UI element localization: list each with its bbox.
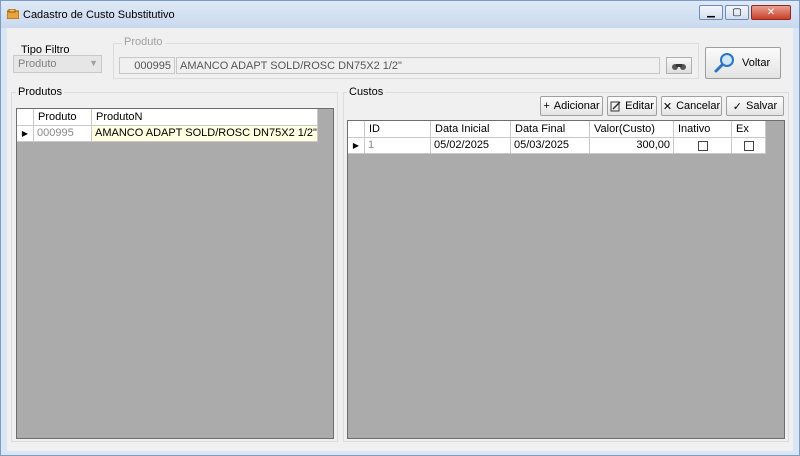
save-label: Salvar xyxy=(746,100,778,112)
magnifier-icon xyxy=(714,53,734,73)
column-header-produton[interactable]: ProdutoN xyxy=(92,109,318,126)
edit-label: Editar xyxy=(625,100,654,112)
column-header-data-inicial[interactable]: Data Inicial xyxy=(431,121,511,138)
custos-title: Custos xyxy=(347,86,386,98)
minimize-icon: ▁ xyxy=(707,6,715,18)
voltar-label: Voltar xyxy=(742,57,771,69)
title-bar: Cadastro de Custo Substitutivo ▁ ▢ ✕ xyxy=(1,1,799,28)
edit-icon xyxy=(610,100,621,111)
row-selector-icon: ▶ xyxy=(17,126,34,142)
chevron-down-icon: ▼ xyxy=(89,58,98,68)
column-header-inativo[interactable]: Inativo xyxy=(674,121,732,138)
add-button[interactable]: + Adicionar xyxy=(540,96,603,116)
row-selector-icon: ▶ xyxy=(348,138,365,154)
produtos-grid[interactable]: Produto ProdutoN ▶ 000995 AMANCO ADAPT S… xyxy=(16,108,334,439)
cell-valor[interactable]: 300,00 xyxy=(590,138,674,154)
column-header-produto[interactable]: Produto xyxy=(34,109,92,126)
row-header-corner xyxy=(17,109,34,126)
table-row[interactable]: ▶ 000995 AMANCO ADAPT SOLD/ROSC DN75X2 1… xyxy=(17,126,318,142)
column-header-valor[interactable]: Valor(Custo) xyxy=(590,121,674,138)
binoculars-icon xyxy=(672,63,686,70)
column-header-id[interactable]: ID xyxy=(365,121,431,138)
maximize-button[interactable]: ▢ xyxy=(725,5,749,20)
cell-produton[interactable]: AMANCO ADAPT SOLD/ROSC DN75X2 1/2" xyxy=(92,126,318,142)
cancel-icon: ✕ xyxy=(662,100,673,113)
add-label: Adicionar xyxy=(553,100,600,112)
custos-toolbar: + Adicionar Editar ✕ Cancelar ✓ Salvar xyxy=(540,96,786,116)
produto-group: Produto 000995 AMANCO ADAPT SOLD/ROSC DN… xyxy=(113,36,699,79)
inativo-checkbox[interactable] xyxy=(697,141,708,151)
cell-id[interactable]: 1 xyxy=(365,138,431,154)
close-button[interactable]: ✕ xyxy=(751,5,791,20)
maximize-icon: ▢ xyxy=(732,6,742,18)
cancel-label: Cancelar xyxy=(676,100,721,112)
app-window: Cadastro de Custo Substitutivo ▁ ▢ ✕ Tip… xyxy=(0,0,800,456)
produto-legend: Produto xyxy=(122,36,165,48)
cell-inativo[interactable] xyxy=(674,138,732,154)
custos-grid[interactable]: ID Data Inicial Data Final Valor(Custo) … xyxy=(347,120,785,439)
custos-grid-header: ID Data Inicial Data Final Valor(Custo) … xyxy=(348,121,766,138)
filter-select[interactable]: Produto ▼ xyxy=(13,55,102,73)
plus-icon: + xyxy=(543,100,550,112)
edit-button[interactable]: Editar xyxy=(607,96,657,116)
ex-checkbox[interactable] xyxy=(743,141,754,151)
row-header-corner xyxy=(348,121,365,138)
column-header-ex[interactable]: Ex xyxy=(732,121,766,138)
produto-code-field[interactable]: 000995 xyxy=(119,57,175,74)
client-area: Tipo Filtro Produto ▼ Produto 000995 AMA… xyxy=(7,28,793,451)
column-header-data-final[interactable]: Data Final xyxy=(511,121,590,138)
custos-group: Custos + Adicionar Editar ✕ Cancelar ✓ S… xyxy=(343,86,789,442)
minimize-button[interactable]: ▁ xyxy=(699,5,723,20)
produtos-title: Produtos xyxy=(16,86,65,98)
close-icon: ✕ xyxy=(766,6,776,18)
window-controls: ▁ ▢ ✕ xyxy=(697,5,791,20)
produtos-grid-header: Produto ProdutoN xyxy=(17,109,318,126)
cell-data-final[interactable]: 05/03/2025 xyxy=(511,138,590,154)
voltar-button[interactable]: Voltar xyxy=(705,47,781,79)
produto-name-field[interactable]: AMANCO ADAPT SOLD/ROSC DN75X2 1/2" xyxy=(176,57,660,74)
cell-ex[interactable] xyxy=(732,138,766,154)
window-title: Cadastro de Custo Substitutivo xyxy=(23,9,175,21)
produtos-group: Produtos Produto ProdutoN ▶ 000995 AMANC… xyxy=(11,86,338,442)
save-button[interactable]: ✓ Salvar xyxy=(726,96,784,116)
table-row[interactable]: ▶ 1 05/02/2025 05/03/2025 300,00 xyxy=(348,138,766,154)
search-product-button[interactable] xyxy=(666,57,692,74)
cell-produto[interactable]: 000995 xyxy=(34,126,92,142)
app-icon xyxy=(7,9,19,19)
filter-selected-value: Produto xyxy=(18,58,57,70)
check-icon: ✓ xyxy=(732,100,743,113)
cancel-button[interactable]: ✕ Cancelar xyxy=(661,96,722,116)
cell-data-inicial[interactable]: 05/02/2025 xyxy=(431,138,511,154)
